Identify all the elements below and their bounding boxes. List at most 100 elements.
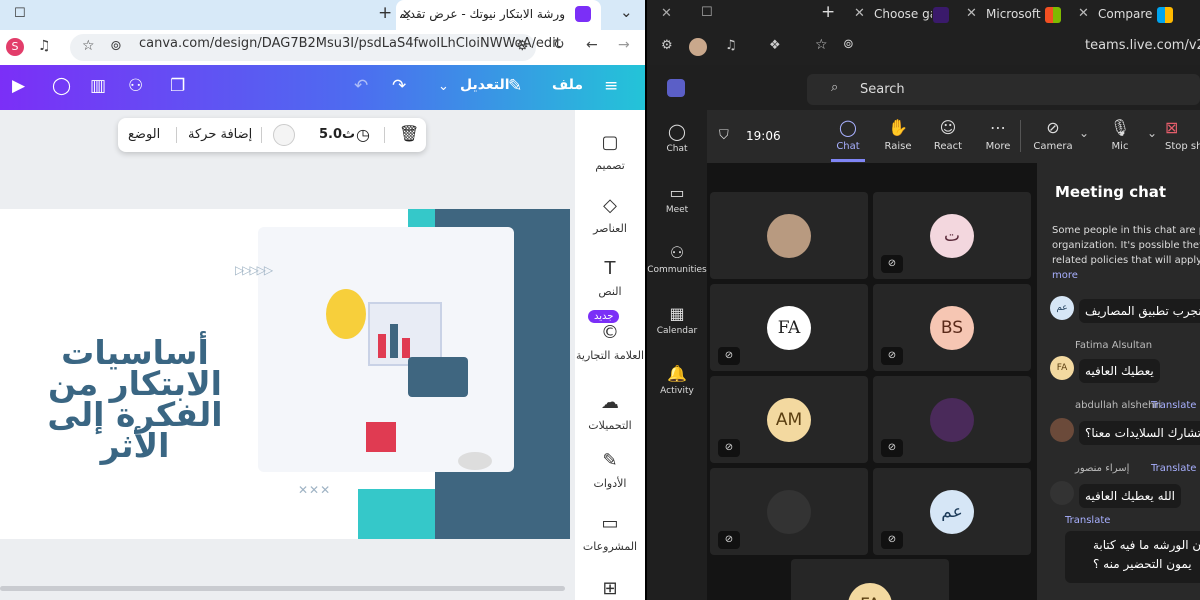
chevron-down-icon[interactable]: ⌄	[1079, 126, 1089, 140]
profile-avatar[interactable]: S	[6, 38, 24, 56]
participant-tile[interactable]: FA ⊘	[710, 284, 868, 371]
sidebar-item-brand[interactable]: © العلامة التجارية	[575, 322, 645, 362]
position-button[interactable]: الوضع	[128, 127, 160, 142]
close-tab-icon[interactable]: ✕	[966, 6, 977, 21]
sidebar-item-tools[interactable]: ✎ الأدوات	[575, 450, 645, 490]
meeting-chat-panel: Meeting chat Some people in this chat ar…	[1037, 163, 1200, 600]
tune-icon[interactable]: ⚙	[516, 38, 529, 54]
rail-item-calendar[interactable]: ▦ Calendar	[647, 304, 707, 336]
tab-microsoft[interactable]: ✕ Microsoft	[959, 0, 1069, 30]
bell-icon: 🔔	[667, 364, 687, 383]
new-tab-button[interactable]: +	[378, 3, 392, 23]
right-address-bar: ⚙ ♫ ❖ ☆ ⊚ teams.live.com/v2/	[647, 30, 1200, 65]
forward-icon[interactable]: →	[618, 37, 630, 53]
sidebar-item-apps[interactable]: ⊞	[575, 578, 645, 600]
chat-button[interactable]: ◯ Chat	[827, 118, 869, 152]
tab-choose[interactable]: ✕ Choose ga	[847, 0, 957, 30]
close-tab-icon[interactable]: ✕	[1078, 6, 1089, 21]
tune-icon[interactable]: ⚙	[661, 38, 673, 53]
insights-icon[interactable]: ▥	[90, 76, 106, 96]
reload-icon[interactable]: ↻	[553, 37, 565, 53]
chat-message[interactable]: تشارك السلايدات معنا؟	[1079, 421, 1200, 445]
tab-compare[interactable]: ✕ Compare	[1071, 0, 1181, 30]
sidebar-item-text[interactable]: T النص	[575, 258, 645, 298]
rail-item-chat[interactable]: ◯ Chat	[647, 122, 707, 154]
chat-message[interactable]: الله يعطيك العافيه	[1079, 484, 1181, 508]
favorite-star-icon[interactable]: ☆	[815, 37, 828, 53]
participant-tile[interactable]: ⊘	[873, 376, 1031, 463]
sidebar-item-projects[interactable]: ▭ المشروعات	[575, 513, 645, 553]
profile-avatar[interactable]	[689, 38, 707, 56]
back-icon[interactable]: ←	[586, 37, 598, 53]
copy-icon[interactable]: ❐	[170, 76, 185, 96]
duration-value[interactable]: 5.0ث	[319, 127, 355, 142]
stop-share-button[interactable]: ⊠ Stop sh	[1165, 118, 1200, 152]
tab-title: ورشة الابتكار نيوتك - عرض تقديمي	[400, 7, 565, 21]
sidebar-item-uploads[interactable]: ☁ التحميلات	[575, 392, 645, 432]
participant-tile[interactable]: ت ⊘	[873, 192, 1031, 279]
chevron-down-icon[interactable]: ⌄	[1147, 126, 1157, 140]
hand-icon: ✋	[888, 118, 908, 137]
color-swatch[interactable]	[273, 124, 295, 146]
participant-tile[interactable]: FA	[791, 559, 949, 600]
camera-button[interactable]: ⊘ Camera	[1031, 118, 1075, 152]
rail-item-communities[interactable]: ⚇ Communities	[647, 243, 707, 275]
react-button[interactable]: ☺ React	[927, 118, 969, 152]
timer-icon[interactable]: ◷	[356, 125, 370, 144]
share-people-icon[interactable]: ⚇	[128, 76, 143, 96]
more-button[interactable]: ⋯ More	[977, 118, 1019, 152]
participant-tile[interactable]: عم ⊘	[873, 468, 1031, 555]
chevron-down-icon[interactable]: ⌄	[620, 3, 633, 21]
extensions-icon[interactable]: ❖	[769, 38, 781, 53]
url-text[interactable]: teams.live.com/v2/	[1085, 38, 1200, 53]
hamburger-menu-icon[interactable]: ≡	[604, 76, 618, 96]
chat-message[interactable]: يعطيك العافيه	[1079, 359, 1160, 383]
chevron-down-icon[interactable]: ⌄	[438, 79, 449, 94]
undo-icon[interactable]: ↶	[354, 76, 368, 96]
more-link[interactable]: more	[1052, 270, 1078, 281]
translate-link[interactable]: Translate	[1151, 400, 1196, 411]
laptop-person	[408, 357, 468, 397]
close-tab-icon[interactable]: ✕	[854, 6, 865, 21]
mic-off-icon: ⊘	[881, 255, 903, 273]
tab-canva[interactable]: ✕ ورشة الابتكار نيوتك - عرض تقديمي	[396, 0, 601, 30]
redo-icon[interactable]: ↷	[392, 76, 406, 96]
edit-menu-label[interactable]: التعديل	[460, 77, 510, 93]
media-control-icon[interactable]: ♫	[725, 38, 737, 53]
trash-icon[interactable]: 🗑	[399, 124, 419, 143]
pencil-icon[interactable]: ✎	[508, 76, 522, 96]
window-menu-icon[interactable]: ☐	[701, 5, 713, 20]
slide-teal-block	[358, 489, 435, 539]
sidebar-item-elements[interactable]: ◇ العناصر	[575, 195, 645, 235]
participant-tile[interactable]: ⊘	[710, 468, 868, 555]
new-tab-button[interactable]: +	[821, 2, 835, 22]
favorite-star-icon[interactable]: ☆	[82, 38, 95, 54]
search-box[interactable]: ⌕ Search	[807, 74, 1200, 105]
add-animation-button[interactable]: إضافة حركة	[188, 127, 252, 142]
close-icon[interactable]: ✕	[661, 6, 672, 21]
site-info-icon[interactable]: ⊚	[110, 38, 122, 54]
translate-link[interactable]: Translate	[1065, 515, 1110, 526]
rail-item-meet[interactable]: ▭ Meet	[647, 183, 707, 215]
participant-tile[interactable]: AM ⊘	[710, 376, 868, 463]
chat-icon: ◯	[668, 122, 686, 141]
file-menu[interactable]: ملف	[552, 77, 583, 93]
raise-hand-button[interactable]: ✋ Raise	[877, 118, 919, 152]
slide[interactable]: ▷▷▷▷▷ ✕✕✕ أساسيات الابتكار من الفكرة إلى…	[0, 209, 570, 539]
slide-headline[interactable]: أساسيات الابتكار من الفكرة إلى الأثر	[10, 336, 260, 462]
horizontal-scrollbar[interactable]	[0, 586, 565, 591]
participant-tile[interactable]: BS ⊘	[873, 284, 1031, 371]
mic-button[interactable]: 🎙 Mic	[1099, 118, 1141, 152]
chat-message[interactable]: ن الورشه ما فيه كتابة يمون التحضير منه ؟	[1065, 531, 1200, 583]
url-text[interactable]: canva.com/design/DAG7B2Msu3I/psdLaS4fwoI…	[139, 36, 561, 51]
window-menu-icon[interactable]: ☐	[14, 6, 26, 21]
sidebar-item-design[interactable]: ▢ تصميم	[575, 132, 645, 172]
present-icon[interactable]: ▶	[12, 76, 25, 96]
comment-icon[interactable]: ◯	[52, 76, 71, 96]
site-info-icon[interactable]: ⊚	[843, 37, 854, 52]
translate-link[interactable]: Translate	[1151, 463, 1196, 474]
rail-item-activity[interactable]: 🔔 Activity	[647, 364, 707, 396]
media-control-icon[interactable]: ♫	[38, 38, 51, 54]
chat-message[interactable]: نجرب تطبيق المصاريف	[1079, 299, 1200, 323]
participant-tile[interactable]	[710, 192, 868, 279]
